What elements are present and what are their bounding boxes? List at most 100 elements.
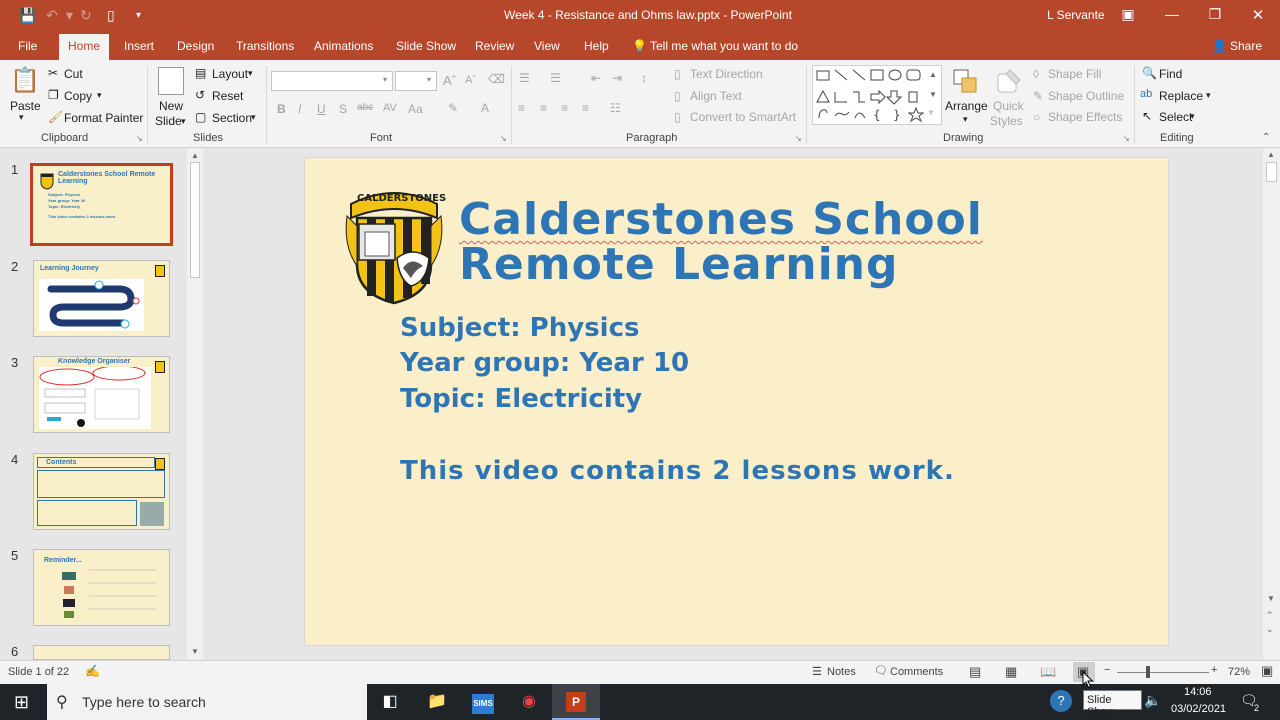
- strikethrough-button[interactable]: abc: [357, 102, 373, 113]
- paragraph-launcher-icon[interactable]: ↘: [795, 134, 802, 143]
- collapse-ribbon-icon[interactable]: ⌃: [1262, 132, 1270, 143]
- increase-indent-icon[interactable]: ⇥: [612, 71, 622, 85]
- shapes-more-icon[interactable]: ▿: [929, 108, 933, 117]
- zoom-level[interactable]: 72%: [1228, 666, 1250, 678]
- slide-thumbnail-1[interactable]: Calderstones School Remote Learning Subj…: [30, 163, 173, 246]
- user-name[interactable]: L Servante: [1047, 8, 1105, 22]
- scrollbar-thumb[interactable]: [1266, 162, 1277, 182]
- text-direction-button[interactable]: Text Direction: [690, 67, 763, 81]
- select-button[interactable]: Select: [1159, 110, 1192, 124]
- slide-thumbnail-3[interactable]: Knowledge Organiser: [33, 356, 170, 433]
- copy-icon[interactable]: ❐: [48, 88, 59, 102]
- maximize-icon[interactable]: ❐: [1201, 6, 1229, 23]
- task-view-icon[interactable]: ◧: [366, 684, 414, 720]
- font-name-input[interactable]: [271, 71, 393, 91]
- font-launcher-icon[interactable]: ↘: [500, 134, 507, 143]
- line-spacing-icon[interactable]: ↕: [641, 71, 647, 85]
- slide-sorter-icon[interactable]: ▦: [1005, 664, 1017, 680]
- change-case-button[interactable]: Aa: [408, 102, 423, 116]
- cut-button[interactable]: Cut: [64, 67, 83, 81]
- decrease-indent-icon[interactable]: ⇤: [591, 71, 601, 85]
- scroll-down-icon[interactable]: ▼: [191, 647, 199, 656]
- align-text-icon[interactable]: ▯: [674, 89, 681, 103]
- section-dropdown-icon[interactable]: ▾: [251, 112, 256, 123]
- topic-text[interactable]: Topic: Electricity: [400, 384, 642, 414]
- ribbon-display-options-icon[interactable]: ▣: [1114, 6, 1142, 23]
- tab-transitions[interactable]: Transitions: [236, 39, 294, 53]
- highlight-icon[interactable]: ✎: [448, 101, 458, 115]
- share-button[interactable]: Share: [1230, 39, 1262, 53]
- quick-styles-icon[interactable]: [996, 68, 1022, 94]
- zoom-out-icon[interactable]: −: [1104, 664, 1110, 676]
- bullets-icon[interactable]: ☰: [519, 71, 530, 85]
- convert-smartart-button[interactable]: Convert to SmartArt: [690, 110, 796, 124]
- tab-file[interactable]: File: [18, 39, 37, 53]
- accessibility-icon[interactable]: ✍: [85, 664, 100, 678]
- section-icon[interactable]: ▢: [195, 110, 206, 124]
- underline-button[interactable]: U: [317, 102, 326, 116]
- align-center-icon[interactable]: ≡: [540, 101, 547, 115]
- quick-styles-label-1[interactable]: Quick: [993, 99, 1024, 113]
- normal-view-icon[interactable]: ▤: [969, 664, 981, 680]
- tab-view[interactable]: View: [534, 39, 560, 53]
- tab-design[interactable]: Design: [177, 39, 214, 53]
- reset-icon[interactable]: ↺: [195, 88, 205, 102]
- cut-icon[interactable]: ✂: [48, 66, 58, 80]
- help-icon[interactable]: ?: [1050, 690, 1072, 712]
- minimize-icon[interactable]: —: [1158, 6, 1186, 22]
- tab-home[interactable]: Home: [59, 34, 110, 60]
- current-slide[interactable]: CALDERSTONES Calderstones School Remote …: [305, 158, 1168, 645]
- arrange-dropdown-icon[interactable]: ▾: [963, 114, 968, 125]
- slide-title-line-1[interactable]: Calderstones School: [459, 194, 983, 245]
- slide-thumbnail-4[interactable]: Contents: [33, 453, 170, 530]
- comments-button[interactable]: Comments: [890, 666, 943, 678]
- layout-icon[interactable]: ▤: [195, 66, 206, 80]
- slide-title-line-2[interactable]: Remote Learning: [459, 239, 899, 290]
- bold-button[interactable]: B: [277, 102, 286, 116]
- volume-icon[interactable]: 🔈: [1144, 692, 1161, 709]
- undo-dropdown-icon[interactable]: ▾: [66, 7, 73, 24]
- shapes-gallery[interactable]: { }: [812, 65, 942, 125]
- copy-button[interactable]: Copy: [64, 89, 92, 103]
- shape-outline-button[interactable]: Shape Outline: [1048, 89, 1124, 103]
- shape-fill-icon[interactable]: ◊: [1033, 67, 1039, 81]
- shapes-scroll-up-icon[interactable]: ▲: [929, 70, 937, 79]
- taskbar-time[interactable]: 14:06: [1184, 686, 1212, 698]
- shadow-button[interactable]: S: [339, 102, 347, 116]
- align-left-icon[interactable]: ≡: [518, 101, 525, 115]
- sims-app[interactable]: SIMS: [459, 684, 507, 720]
- zoom-in-icon[interactable]: +: [1211, 664, 1217, 676]
- format-painter-button[interactable]: Format Painter: [64, 111, 143, 125]
- scrollbar-thumb[interactable]: [190, 162, 200, 278]
- justify-icon[interactable]: ≡: [582, 101, 589, 115]
- text-direction-icon[interactable]: ▯: [674, 67, 681, 81]
- character-spacing-button[interactable]: AV: [383, 102, 397, 114]
- tab-review[interactable]: Review: [475, 39, 514, 53]
- tell-me-search[interactable]: Tell me what you want to do: [650, 39, 798, 53]
- notes-icon[interactable]: ☰: [812, 665, 822, 678]
- windows-start-icon[interactable]: ⊞: [14, 692, 29, 713]
- new-slide-dropdown-icon[interactable]: ▾: [181, 116, 186, 127]
- slide-thumbnail-2[interactable]: Learning Journey: [33, 260, 170, 337]
- numbering-icon[interactable]: ☰: [550, 71, 561, 85]
- undo-icon[interactable]: ↶: [46, 7, 58, 24]
- font-name-dropdown-icon[interactable]: ▾: [383, 75, 387, 84]
- drawing-launcher-icon[interactable]: ↘: [1123, 134, 1130, 143]
- next-slide-icon[interactable]: ⌄: [1266, 624, 1274, 635]
- clipboard-launcher-icon[interactable]: ↘: [136, 134, 143, 143]
- font-color-icon[interactable]: A: [481, 101, 489, 115]
- copy-dropdown-icon[interactable]: ▾: [97, 90, 102, 101]
- save-icon[interactable]: 💾: [19, 7, 36, 24]
- section-button[interactable]: Section: [212, 111, 252, 125]
- notes-button[interactable]: Notes: [827, 666, 856, 678]
- clear-formatting-icon[interactable]: ⌫: [488, 72, 505, 86]
- shape-outline-icon[interactable]: ✎: [1033, 89, 1043, 103]
- format-painter-icon[interactable]: 🖌: [48, 110, 63, 124]
- taskbar-search-box[interactable]: ⚲ Type here to search: [47, 684, 367, 720]
- select-dropdown-icon[interactable]: ▾: [1190, 111, 1195, 122]
- zoom-slider-thumb[interactable]: [1146, 666, 1150, 678]
- start-from-beginning-icon[interactable]: ▯: [107, 7, 115, 24]
- font-size-dropdown-icon[interactable]: ▾: [427, 75, 431, 84]
- scroll-down-icon[interactable]: ▼: [1267, 594, 1275, 603]
- align-text-button[interactable]: Align Text: [690, 89, 742, 103]
